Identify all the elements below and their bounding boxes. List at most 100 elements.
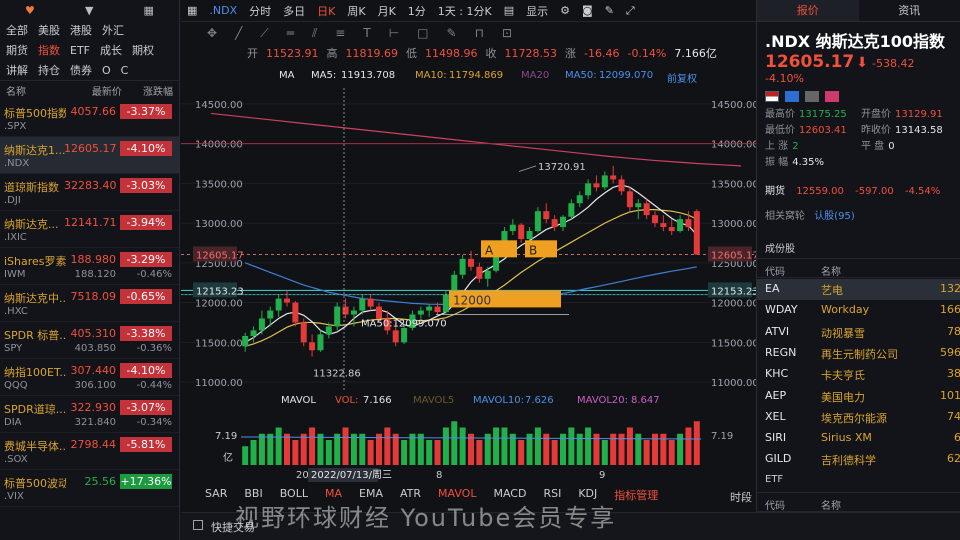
- constituent-name: 动视暴雪: [821, 326, 865, 340]
- constituent-value: 596: [940, 345, 960, 359]
- constituent-row[interactable]: GILD 吉利德科学 62: [757, 449, 960, 470]
- period-2[interactable]: 日K: [317, 3, 335, 19]
- high-annotation: 13720.91: [538, 162, 586, 173]
- constituent-value: 166: [940, 303, 960, 317]
- tab-watch_tabs2-4[interactable]: 期权: [132, 42, 154, 58]
- chart-icon[interactable]: [785, 91, 799, 102]
- grid-icon[interactable]: ▦: [187, 4, 197, 17]
- move-icon[interactable]: ✥: [207, 26, 217, 40]
- heart-icon[interactable]: ♥: [25, 4, 35, 17]
- layout-icon[interactable]: ▤: [504, 4, 514, 17]
- constituent-row[interactable]: WDAY Workday 166: [757, 300, 960, 321]
- constituent-row[interactable]: SIRI Sirius XM 6: [757, 428, 960, 449]
- col-price[interactable]: 最新价: [75, 83, 122, 98]
- category-tabs: 期货 指数 ETF 成长 期权: [0, 40, 179, 60]
- tab-watch_tabs3-1[interactable]: 持仓: [38, 62, 60, 78]
- constituent-row[interactable]: AEP 美国电力 101: [757, 386, 960, 407]
- hline-tool-icon[interactable]: ═: [287, 26, 294, 40]
- watchlist-row[interactable]: iShares罗素...IWM 188.980 188.120 -3.29% -0.46…: [0, 248, 179, 285]
- ma-label[interactable]: MA: [279, 70, 294, 81]
- tab-watch_tabs-3[interactable]: 外汇: [102, 22, 124, 38]
- watchlist-row[interactable]: 道琼斯指数 .DJI 32283.40 -3.03%: [0, 174, 179, 211]
- watchlist-row[interactable]: SPDR道琼... DIA 322.930 321.840 -3.07% -0.34%: [0, 396, 179, 433]
- mavol-label[interactable]: MAVOL: [281, 395, 316, 406]
- heart-icon[interactable]: [825, 91, 839, 102]
- constituent-row[interactable]: ATVI 动视暴雪 78: [757, 322, 960, 343]
- measure-tool-icon[interactable]: ⊢: [389, 26, 399, 40]
- camera-icon[interactable]: ◙: [582, 4, 593, 17]
- watchlist-row[interactable]: 纳斯达克... .IXIC 12141.71 -3.94%: [0, 211, 179, 248]
- period-3[interactable]: 周K: [347, 3, 365, 19]
- adjust-select[interactable]: 前复权: [667, 70, 697, 85]
- constituent-row[interactable]: EA 艺电 132: [757, 279, 960, 300]
- tab-watch_tabs2-3[interactable]: 成长: [100, 42, 122, 58]
- tab-quote[interactable]: 报价: [757, 0, 859, 21]
- indicator-0[interactable]: SAR: [205, 487, 227, 505]
- period-6[interactable]: 1天 : 1分K: [438, 3, 492, 19]
- edit-icon[interactable]: ✎: [605, 4, 614, 17]
- us-flag-icon: [765, 91, 779, 102]
- watch-price: 12605.17: [64, 142, 117, 155]
- pen-tool-icon[interactable]: ✎: [447, 26, 457, 40]
- magnet-icon[interactable]: ⊓: [475, 26, 484, 40]
- candlestick-chart[interactable]: 14500.00 14500.00 14000.00 14000.00 13500.00…: [181, 88, 756, 390]
- watchlist-row[interactable]: 标普500波动....VIX 25.56+17.36%: [0, 470, 179, 507]
- watchlist-row[interactable]: 费城半导体... .SOX 2798.44 -5.81%: [0, 433, 179, 470]
- warrants-link[interactable]: 认股(95): [814, 211, 855, 222]
- tab-watch_tabs3-0[interactable]: 讲解: [6, 62, 28, 78]
- col-change[interactable]: 涨跌幅: [122, 83, 173, 98]
- display-button[interactable]: 显示: [526, 3, 548, 19]
- timeframe-button[interactable]: 时段: [730, 489, 752, 505]
- watchlist-row[interactable]: 标普500指数 .SPX 4057.66 -3.37%: [0, 100, 179, 137]
- checkbox-icon[interactable]: [193, 520, 203, 530]
- tab-watch_tabs-1[interactable]: 美股: [38, 22, 60, 38]
- tab-watch_tabs2-1[interactable]: 指数: [38, 42, 60, 58]
- watchlist-row[interactable]: 纳指100ET... QQQ 307.440 306.100 -4.10% -0.44%: [0, 359, 179, 396]
- volume-bar: [334, 433, 341, 465]
- expand-icon[interactable]: ⤢: [626, 4, 635, 18]
- tab-watch_tabs3-2[interactable]: 债券: [70, 62, 92, 78]
- tab-watch_tabs2-0[interactable]: 期货: [6, 42, 28, 58]
- tab-watch_tabs3-4[interactable]: C: [121, 64, 129, 77]
- watchlist-row[interactable]: 纳斯达克中... .HXC 7518.09 -0.65%: [0, 285, 179, 322]
- ray-tool-icon[interactable]: ⟋: [260, 26, 268, 41]
- constituent-row[interactable]: KHC 卡夫亨氏 38: [757, 364, 960, 385]
- tab-watch_tabs2-2[interactable]: ETF: [70, 44, 90, 57]
- candle-body: [359, 298, 366, 311]
- watchlist-row[interactable]: SPDR 标普... SPY 405.310 403.850 -3.38% -0.36%: [0, 322, 179, 359]
- settings-icon[interactable]: ⚙: [560, 4, 570, 17]
- filter-icon[interactable]: ▼: [85, 4, 93, 17]
- channel-tool-icon[interactable]: ⫽: [312, 26, 317, 41]
- col-cname[interactable]: 名称: [821, 263, 841, 278]
- futures-row[interactable]: 期货 12559.00 -597.00 -4.54%: [765, 182, 940, 197]
- constituent-row[interactable]: XEL 埃克西尔能源 74: [757, 407, 960, 428]
- line-tool-icon[interactable]: ╱: [235, 26, 242, 40]
- lock-icon[interactable]: ⊡: [502, 26, 512, 40]
- stat-label: 上 涨: [765, 141, 789, 152]
- period-4[interactable]: 月K: [378, 3, 396, 19]
- period-5[interactable]: 1分: [408, 3, 426, 19]
- watchlist-row[interactable]: 纳斯达克1... .NDX 12605.17 -4.10%: [0, 137, 179, 174]
- period-1[interactable]: 多日: [283, 3, 305, 19]
- tab-watch_tabs-0[interactable]: 全部: [6, 22, 28, 38]
- tab-watch_tabs-2[interactable]: 港股: [70, 22, 92, 38]
- col-name[interactable]: 名称: [6, 83, 75, 98]
- text-tool-icon[interactable]: T: [363, 26, 370, 40]
- etf-col-name[interactable]: 名称: [821, 497, 841, 512]
- candle-body: [258, 318, 265, 331]
- watchlist-panel: ♥ ▼ ▦ 全部 美股 港股 外汇 期货 指数 ETF 成长 期权 讲解 持仓 债券 O C 名称 最…: [0, 0, 180, 540]
- tab-news[interactable]: 资讯: [859, 0, 960, 21]
- constituent-row[interactable]: REGN 再生元制药公司 596: [757, 343, 960, 364]
- volume-chart[interactable]: 7.19 7.19 亿 20 2022/07/13/周三 8 9: [181, 415, 756, 485]
- alert-icon[interactable]: [805, 91, 819, 102]
- etf-col-code[interactable]: 代码: [765, 497, 785, 512]
- fib-tool-icon[interactable]: ≡: [335, 26, 345, 40]
- tab-watch_tabs3-3[interactable]: O: [102, 64, 111, 77]
- grid-icon[interactable]: ▦: [144, 4, 154, 17]
- warrants-row[interactable]: 相关窝轮 认股(95): [765, 207, 855, 222]
- category-tabs-2: 讲解 持仓 债券 O C: [0, 60, 179, 80]
- shape-tool-icon[interactable]: □: [417, 26, 428, 40]
- col-code[interactable]: 代码: [765, 263, 785, 278]
- indicator-10[interactable]: 指标管理: [614, 487, 658, 505]
- period-0[interactable]: 分时: [249, 3, 271, 19]
